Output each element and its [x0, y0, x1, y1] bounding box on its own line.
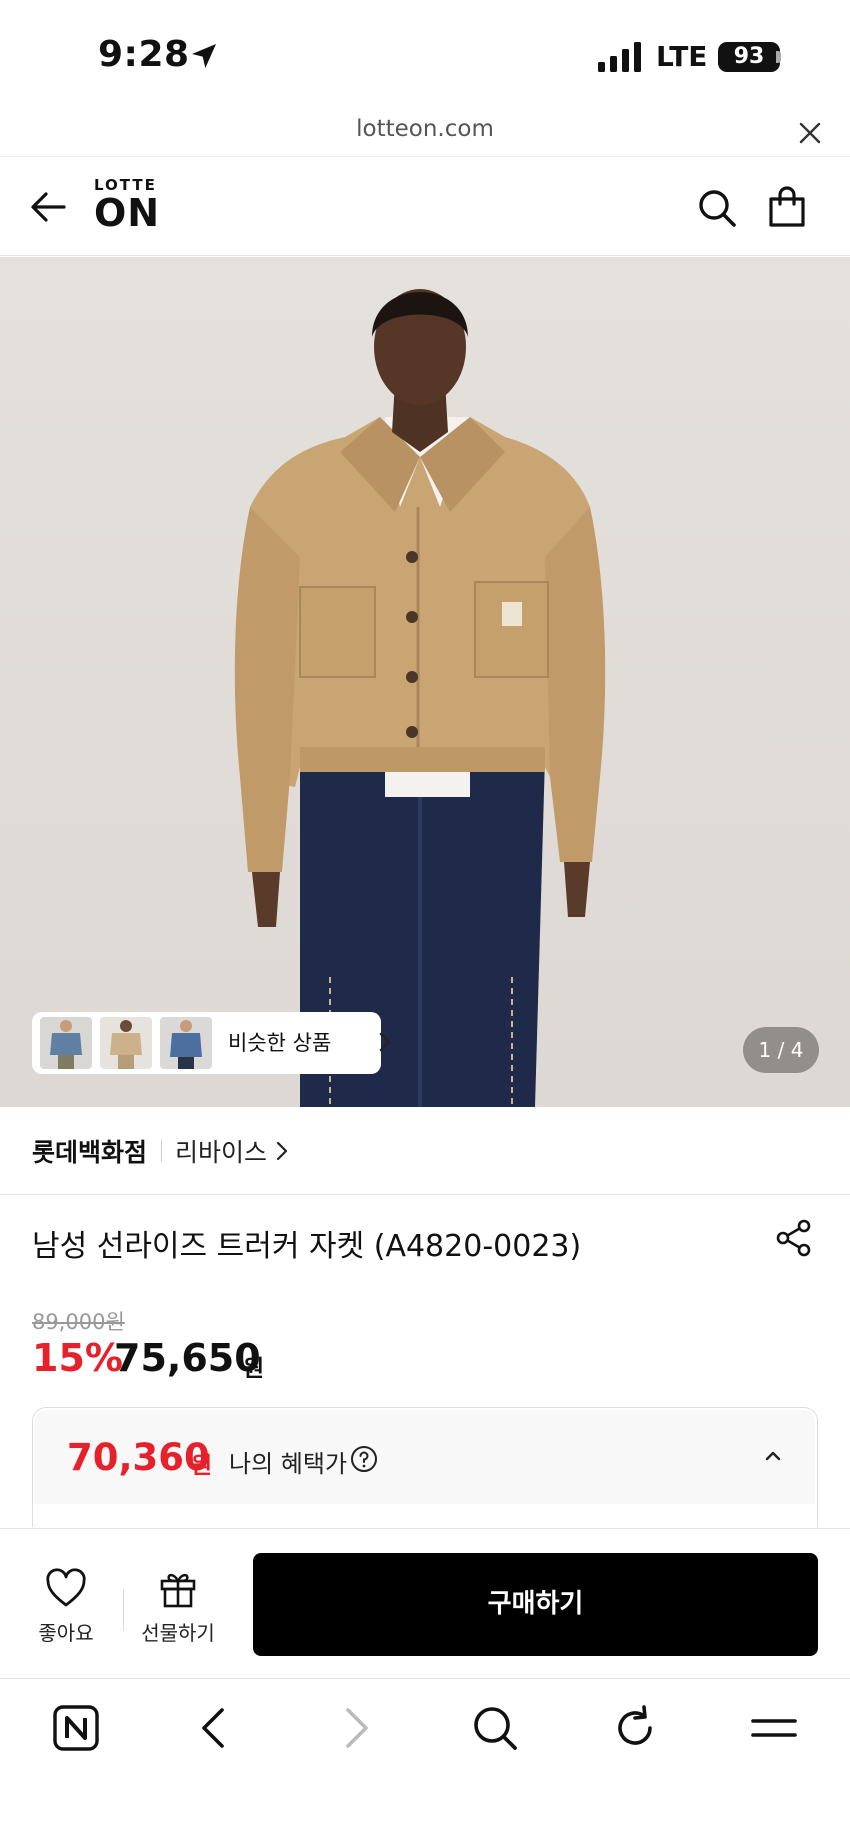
gift-icon: [160, 1573, 196, 1608]
back-arrow-icon[interactable]: [28, 187, 68, 227]
location-arrow-icon: [192, 44, 216, 68]
similar-thumbnail-3[interactable]: [160, 1017, 212, 1069]
brand-divider: [161, 1140, 162, 1162]
product-image-gallery[interactable]: 비슷한 상품 1 / 4: [0, 257, 850, 1107]
url-text[interactable]: lotteon.com: [0, 116, 850, 142]
logo-bottom-text: ON: [94, 191, 161, 235]
browser-back-icon[interactable]: [190, 1703, 240, 1753]
action-divider: [123, 1589, 124, 1631]
battery-icon: 93: [718, 42, 780, 72]
refresh-icon[interactable]: [610, 1703, 660, 1753]
original-price: 89,000원: [32, 1310, 125, 1334]
benefit-price: 70,360: [67, 1436, 210, 1479]
chevron-right-icon: [276, 1141, 288, 1161]
like-label: 좋아요: [38, 1621, 94, 1645]
browser-toolbar: [0, 1678, 850, 1842]
signal-bars-icon: [598, 42, 641, 72]
product-title: 남성 선라이즈 트러커 자켓 (A4820-0023): [32, 1229, 582, 1264]
battery-tip: [776, 51, 781, 63]
denim-jacket-thumb: [40, 1017, 92, 1069]
menu-icon[interactable]: [749, 1703, 799, 1753]
browser-forward-icon[interactable]: [330, 1703, 380, 1753]
url-bar[interactable]: lotteon.com: [0, 110, 850, 154]
sale-price: 75,650: [114, 1336, 261, 1380]
chevron-right-icon: [379, 1032, 391, 1052]
chevron-up-icon[interactable]: [763, 1448, 783, 1462]
lotte-on-logo[interactable]: LOTTE ON: [94, 177, 160, 233]
naver-home-icon[interactable]: [51, 1703, 101, 1753]
beige-jacket-thumb: [100, 1017, 152, 1069]
benefit-price-header[interactable]: 70,360 원 나의 혜택가: [35, 1410, 815, 1504]
blue-shirt-thumb: [160, 1017, 212, 1069]
benefit-price-unit: 원: [191, 1453, 213, 1479]
browser-search-icon[interactable]: [470, 1703, 520, 1753]
buy-button[interactable]: 구매하기: [253, 1553, 818, 1656]
benefit-price-panel[interactable]: 70,360 원 나의 혜택가: [32, 1407, 818, 1527]
gift-label: 선물하기: [141, 1621, 215, 1645]
brand-name-link[interactable]: 리바이스: [175, 1133, 267, 1169]
heart-icon: [46, 1568, 86, 1607]
store-name[interactable]: 롯데백화점: [32, 1133, 147, 1169]
benefit-price-label: 나의 혜택가: [229, 1450, 348, 1478]
sale-price-unit: 원: [243, 1356, 265, 1382]
search-icon[interactable]: [696, 187, 738, 229]
similar-thumbnail-1[interactable]: [40, 1017, 92, 1069]
discount-rate: 15%: [32, 1336, 123, 1380]
share-icon[interactable]: [774, 1218, 814, 1258]
like-button[interactable]: 좋아요: [20, 1567, 112, 1647]
brand-row: 롯데백화점 리바이스: [0, 1107, 850, 1195]
similar-thumbnail-2[interactable]: [100, 1017, 152, 1069]
question-circle-icon[interactable]: [350, 1445, 378, 1473]
purchase-action-bar: 좋아요 선물하기 구매하기: [0, 1528, 850, 1678]
shopping-bag-icon[interactable]: [766, 185, 808, 229]
network-label: LTE: [656, 40, 708, 73]
image-page-counter: 1 / 4: [743, 1027, 819, 1073]
site-header: LOTTE ON: [0, 156, 850, 256]
status-time: 9:28: [98, 34, 190, 75]
similar-products-label: 비슷한 상품: [228, 1031, 332, 1055]
status-bar: 9:28 LTE 93: [0, 0, 850, 110]
product-photo: [234, 289, 606, 1107]
similar-products-button[interactable]: 비슷한 상품: [32, 1012, 391, 1074]
gift-button[interactable]: 선물하기: [130, 1567, 226, 1647]
close-icon[interactable]: [797, 120, 823, 146]
